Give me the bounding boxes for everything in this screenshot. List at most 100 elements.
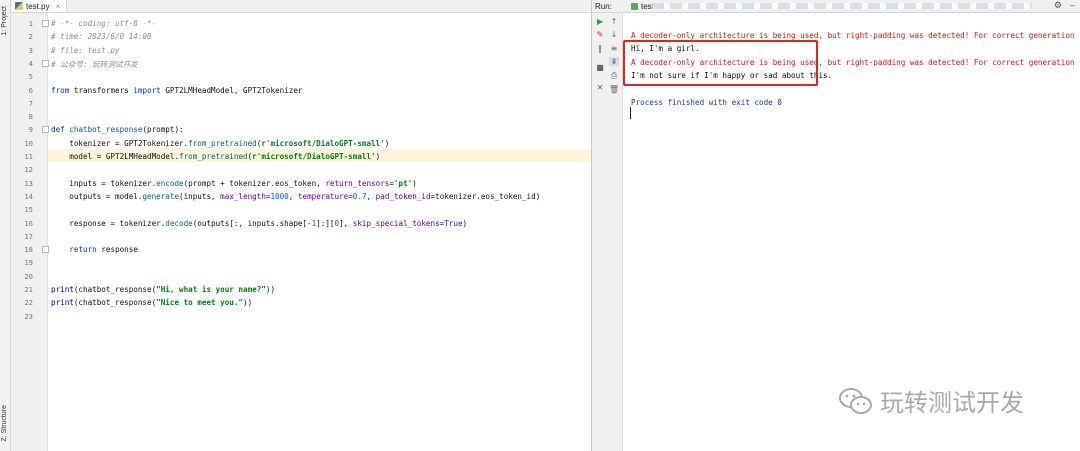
code-line[interactable] [48,229,591,242]
line-number: 9 [28,125,33,135]
editor-tab-bar: test.py × [11,0,591,13]
code-token: (inputs, [179,191,221,201]
arrow-up-icon[interactable]: ↑ [609,17,619,26]
code-line[interactable]: # file: test.py [48,43,591,56]
code-area[interactable]: # -*- coding: utf-8 -*- # time: 2023/6/0 … [48,13,591,451]
code-token: # file: test.py [51,45,120,55]
code-line-text: tokenizer = GPT2Tokenizer.from_pretraine… [51,139,389,148]
code-line[interactable]: from transformers import GPT2LMHeadModel… [48,83,591,96]
code-token: "Hi, what is your name?" [156,285,266,294]
line-number: 16 [24,218,33,228]
code-token: ) [384,138,390,148]
delete-icon[interactable]: 🗑 [609,85,619,94]
code-token: (prompt + tokenizer.eos_token, [183,178,326,188]
project-tool-button[interactable]: 1: Project [1,6,8,36]
arrow-down-icon[interactable]: ↓ [609,30,619,39]
code-line[interactable] [48,202,591,215]
code-line-text: print(chatbot_response("Hi, what is your… [51,285,275,294]
gear-icon[interactable]: ⚙ [1054,0,1062,11]
code-line[interactable]: # 公众号: 玩转测试开发 [48,56,591,69]
code-token: 0.7 [352,191,367,201]
code-token: print [51,298,74,308]
highlight-box [623,40,818,86]
code-token: decode [165,218,193,228]
code-token: # 公众号: 玩转测试开发 [51,59,138,69]
play-icon[interactable]: ▶ [595,17,605,26]
editor-tab-label: test.py [26,1,50,11]
line-number: 10 [24,138,33,148]
code-line[interactable]: print(chatbot_response("Hi, what is your… [48,282,591,295]
line-number: 17 [24,231,33,241]
code-token: , [288,191,298,201]
code-line[interactable] [48,255,591,268]
code-line-text: # -*- coding: utf-8 -*- [51,19,156,28]
scroll-end-icon[interactable]: ⇟ [609,57,619,66]
line-number: 13 [24,178,33,188]
line-number: 7 [28,98,33,108]
code-token: from_pretrained [179,152,248,161]
line-number: 19 [24,258,33,268]
code-line[interactable] [48,109,591,122]
code-line-text: def chatbot_response(prompt): [51,125,184,134]
code-line[interactable]: print(chatbot_response("Nice to meet you… [48,295,591,308]
code-token: ], [339,218,353,228]
code-line-text: inputs = tokenizer.encode(prompt + token… [51,179,417,188]
code-token: generate [142,191,180,201]
line-number: 2 [28,32,33,42]
watermark-text: 玩转测试开发 [880,389,1024,417]
code-line[interactable]: def chatbot_response(prompt): [48,122,591,135]
print-icon[interactable]: ⎙ [609,71,619,81]
code-line[interactable] [48,269,591,282]
code-line[interactable]: response = tokenizer.decode(outputs[:, i… [48,216,591,229]
code-line[interactable] [48,162,591,175]
code-line[interactable]: # -*- coding: utf-8 -*- [48,16,591,29]
line-number: 11 [24,152,33,161]
code-line[interactable]: return response [48,242,591,255]
code-line[interactable]: outputs = model.generate(inputs, max_len… [48,189,591,202]
code-token: , [366,191,376,201]
wrench-icon[interactable]: ✎ [595,30,605,39]
line-number: 20 [24,271,33,281]
code-line[interactable]: # time: 2023/6/0 14:00 [48,29,591,42]
line-number: 12 [24,165,33,175]
stop-icon[interactable]: ■ [595,63,605,72]
code-line-text: # file: test.py [51,46,120,55]
code-token: inputs = tokenizer. [51,178,157,188]
run-label: Run: [595,1,612,11]
code-token: print [51,285,74,294]
code-line[interactable]: inputs = tokenizer.encode(prompt + token… [48,176,591,189]
code-token: from_pretrained [188,138,257,148]
code-line-text: # time: 2023/6/0 14:00 [51,32,152,41]
code-line-text: outputs = model.generate(inputs, max_len… [51,192,540,201]
code-token: (outputs[:, inputs.shape[- [192,218,312,228]
code-token: 'pt' [393,178,413,188]
code-line-text: return response [51,245,138,254]
code-token: (chatbot_response( [73,298,157,308]
pause-icon[interactable]: ‖ [595,44,605,53]
line-number: 3 [28,45,33,55]
text-caret [630,107,631,119]
code-token: pad_token_id [375,191,431,201]
code-line-text: print(chatbot_response("Nice to meet you… [51,298,252,307]
code-token: r'microsoft/DialoGPT-small' [252,152,376,161]
code-line[interactable] [48,69,591,82]
code-token: response = tokenizer. [51,218,166,228]
close-icon[interactable]: × [56,2,61,11]
code-token: # time: 2023/6/0 14:00 [51,32,152,42]
code-token: (prompt): [142,125,184,135]
code-line[interactable] [48,96,591,109]
code-token: temperature [297,191,349,201]
line-number: 14 [24,191,33,201]
code-token: def [51,125,65,135]
code-token: )) [265,285,276,294]
editor-tab-test-py[interactable]: test.py × [11,0,68,12]
minimize-icon[interactable]: – [1070,0,1075,10]
code-line[interactable]: tokenizer = GPT2Tokenizer.from_pretraine… [48,136,591,149]
pin-icon[interactable]: ✕ [595,83,605,92]
code-line[interactable]: model = GPT2LMHeadModel.from_pretrained(… [48,149,591,162]
structure-tool-button[interactable]: Z: Structure [1,405,8,442]
wechat-logo-icon [839,387,872,414]
code-line[interactable] [48,309,591,322]
wrap-icon[interactable]: ≡ [609,44,619,53]
